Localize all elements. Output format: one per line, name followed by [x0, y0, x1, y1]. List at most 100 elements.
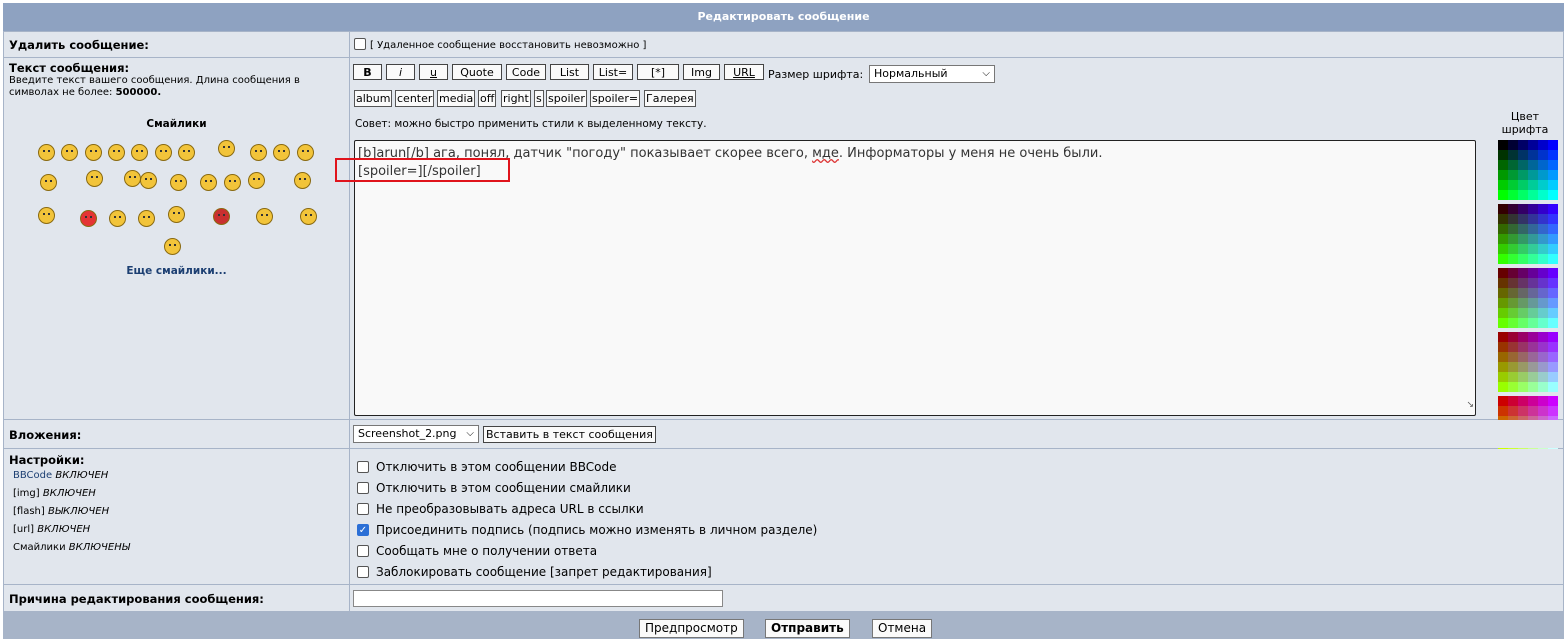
- color-swatch[interactable]: [1528, 214, 1538, 224]
- code-button[interactable]: Code: [506, 64, 546, 80]
- lock-post-checkbox[interactable]: [357, 566, 369, 578]
- color-swatch[interactable]: [1538, 234, 1548, 244]
- color-swatch[interactable]: [1508, 342, 1518, 352]
- color-swatch[interactable]: [1498, 170, 1508, 180]
- color-swatch[interactable]: [1538, 318, 1548, 328]
- color-swatch[interactable]: [1518, 362, 1528, 372]
- color-swatch[interactable]: [1498, 352, 1508, 362]
- color-swatch[interactable]: [1548, 160, 1558, 170]
- color-swatch[interactable]: [1528, 180, 1538, 190]
- color-swatch[interactable]: [1548, 170, 1558, 180]
- color-swatch[interactable]: [1518, 180, 1528, 190]
- color-swatch[interactable]: [1508, 224, 1518, 234]
- color-swatch[interactable]: [1528, 288, 1538, 298]
- smiley-icon[interactable]: [38, 207, 55, 224]
- submit-button[interactable]: Отправить: [765, 619, 850, 638]
- smiley-icon[interactable]: [178, 144, 195, 161]
- color-swatch[interactable]: [1548, 332, 1558, 342]
- color-swatch[interactable]: [1508, 382, 1518, 392]
- color-swatch[interactable]: [1548, 244, 1558, 254]
- smiley-icon[interactable]: [294, 172, 311, 189]
- smiley-icon[interactable]: [218, 140, 235, 157]
- color-swatch[interactable]: [1498, 268, 1508, 278]
- color-swatch[interactable]: [1508, 352, 1518, 362]
- right-button[interactable]: right: [501, 90, 531, 107]
- color-swatch[interactable]: [1528, 150, 1538, 160]
- strike-button[interactable]: s: [534, 90, 544, 107]
- smiley-icon[interactable]: [200, 174, 217, 191]
- color-swatch[interactable]: [1538, 268, 1548, 278]
- smiley-icon[interactable]: [297, 144, 314, 161]
- color-swatch[interactable]: [1538, 214, 1548, 224]
- color-swatch[interactable]: [1528, 190, 1538, 200]
- color-swatch[interactable]: [1548, 140, 1558, 150]
- color-swatch[interactable]: [1498, 288, 1508, 298]
- color-swatch[interactable]: [1538, 396, 1548, 406]
- color-swatch[interactable]: [1538, 406, 1548, 416]
- color-swatch[interactable]: [1518, 204, 1528, 214]
- smiley-icon[interactable]: [40, 174, 57, 191]
- disable-urls-checkbox[interactable]: [357, 503, 369, 515]
- color-swatch[interactable]: [1498, 332, 1508, 342]
- color-swatch[interactable]: [1528, 372, 1538, 382]
- color-swatch[interactable]: [1548, 372, 1558, 382]
- color-swatch[interactable]: [1508, 298, 1518, 308]
- color-swatch[interactable]: [1498, 318, 1508, 328]
- list-eq-button[interactable]: List=: [593, 64, 633, 80]
- color-swatch[interactable]: [1518, 234, 1528, 244]
- spoiler-button[interactable]: spoiler: [546, 90, 587, 107]
- color-swatch[interactable]: [1538, 352, 1548, 362]
- smiley-icon[interactable]: [108, 144, 125, 161]
- smiley-icon[interactable]: [164, 238, 181, 255]
- smiley-icon[interactable]: [168, 206, 185, 223]
- color-swatch[interactable]: [1548, 190, 1558, 200]
- color-swatch[interactable]: [1528, 278, 1538, 288]
- center-button[interactable]: center: [395, 90, 435, 107]
- color-swatch[interactable]: [1538, 342, 1548, 352]
- color-swatch[interactable]: [1548, 214, 1558, 224]
- color-swatch[interactable]: [1518, 254, 1528, 264]
- list-item-button[interactable]: [*]: [637, 64, 679, 80]
- color-swatch[interactable]: [1548, 204, 1558, 214]
- smiley-icon[interactable]: [248, 172, 265, 189]
- color-swatch[interactable]: [1508, 170, 1518, 180]
- smiley-icon[interactable]: [140, 172, 157, 189]
- url-button[interactable]: URL: [724, 64, 764, 80]
- color-swatch[interactable]: [1528, 170, 1538, 180]
- smiley-icon[interactable]: [61, 144, 78, 161]
- color-swatch[interactable]: [1528, 224, 1538, 234]
- color-swatch[interactable]: [1518, 150, 1528, 160]
- color-swatch[interactable]: [1548, 180, 1558, 190]
- message-textarea[interactable]: [b]arun[/b] ага, понял, датчик "погоду" …: [354, 140, 1476, 416]
- color-swatch[interactable]: [1518, 308, 1528, 318]
- color-swatch[interactable]: [1498, 180, 1508, 190]
- underline-button[interactable]: u: [419, 64, 448, 80]
- quote-button[interactable]: Quote: [452, 64, 502, 80]
- color-swatch[interactable]: [1518, 170, 1528, 180]
- smiley-icon[interactable]: [131, 144, 148, 161]
- color-swatch[interactable]: [1528, 254, 1538, 264]
- color-swatch[interactable]: [1528, 318, 1538, 328]
- color-swatch[interactable]: [1528, 160, 1538, 170]
- color-swatch[interactable]: [1538, 254, 1548, 264]
- color-swatch[interactable]: [1498, 244, 1508, 254]
- color-swatch[interactable]: [1498, 396, 1508, 406]
- attach-signature-checkbox[interactable]: ✓: [357, 524, 369, 536]
- color-swatch[interactable]: [1548, 288, 1558, 298]
- insert-attachment-button[interactable]: Вставить в текст сообщения: [483, 426, 656, 443]
- color-swatch[interactable]: [1498, 298, 1508, 308]
- color-swatch[interactable]: [1508, 362, 1518, 372]
- reason-input[interactable]: [353, 590, 723, 607]
- color-swatch[interactable]: [1518, 372, 1528, 382]
- smiley-icon[interactable]: [213, 208, 230, 225]
- color-swatch[interactable]: [1538, 244, 1548, 254]
- smiley-icon[interactable]: [224, 174, 241, 191]
- color-swatch[interactable]: [1508, 214, 1518, 224]
- italic-button[interactable]: i: [386, 64, 415, 80]
- color-swatch[interactable]: [1528, 298, 1538, 308]
- color-swatch[interactable]: [1518, 268, 1528, 278]
- smiley-icon[interactable]: [80, 210, 97, 227]
- color-swatch[interactable]: [1508, 160, 1518, 170]
- smiley-icon[interactable]: [86, 170, 103, 187]
- color-swatch[interactable]: [1508, 308, 1518, 318]
